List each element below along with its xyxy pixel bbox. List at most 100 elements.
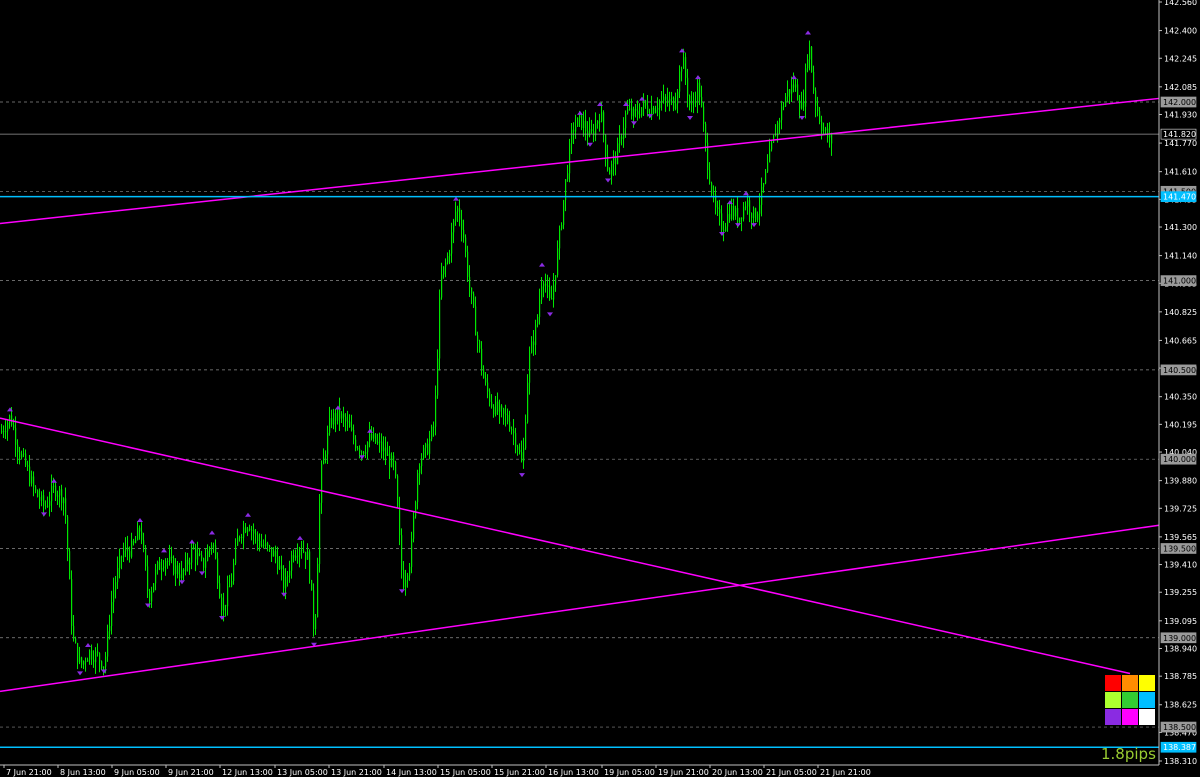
candle-body bbox=[255, 533, 257, 535]
candle-body bbox=[223, 604, 225, 611]
candle-body bbox=[263, 544, 265, 546]
candle-body bbox=[665, 96, 667, 100]
palette-swatch[interactable] bbox=[1105, 692, 1121, 708]
candle-body bbox=[747, 200, 749, 207]
candle-body bbox=[455, 211, 457, 221]
candle-body bbox=[439, 297, 441, 359]
candle-body bbox=[755, 208, 757, 220]
candle-body bbox=[745, 206, 747, 208]
candle-body bbox=[169, 556, 171, 561]
palette-swatch[interactable] bbox=[1105, 709, 1121, 725]
candle-body bbox=[299, 549, 301, 556]
price-tick-label: 139.725 bbox=[1164, 504, 1197, 513]
candle-body bbox=[283, 568, 285, 589]
candle-body bbox=[363, 451, 365, 454]
candle-body bbox=[83, 661, 85, 665]
candle-body bbox=[621, 136, 623, 139]
palette-swatch[interactable] bbox=[1105, 675, 1121, 691]
candle-body bbox=[225, 604, 227, 607]
candle-body bbox=[723, 229, 725, 232]
candle-body bbox=[465, 237, 467, 252]
candle-body bbox=[279, 565, 281, 569]
palette-swatch[interactable] bbox=[1139, 692, 1155, 708]
candle-body bbox=[51, 486, 53, 502]
price-tick-label: 139.255 bbox=[1164, 588, 1197, 597]
candle-body bbox=[155, 569, 157, 584]
candle bbox=[395, 460, 397, 479]
candle-body bbox=[17, 444, 19, 453]
candle-body bbox=[53, 485, 55, 487]
candle-body bbox=[365, 452, 367, 454]
price-tick-label: 139.565 bbox=[1164, 533, 1197, 542]
candle-body bbox=[27, 465, 29, 467]
candle-body bbox=[253, 529, 255, 534]
candle bbox=[811, 45, 813, 73]
price-tick-label: 138.625 bbox=[1164, 701, 1197, 710]
candle-body bbox=[61, 489, 63, 504]
candle-body bbox=[765, 171, 767, 184]
palette-swatch[interactable] bbox=[1139, 709, 1155, 725]
time-tick-label: 7 Jun 21:00 bbox=[6, 768, 52, 777]
candle-body bbox=[601, 112, 603, 122]
level-label: 139.000 bbox=[1160, 632, 1197, 644]
time-tick-label: 13 Jun 21:00 bbox=[331, 768, 382, 777]
candle-body bbox=[681, 68, 683, 72]
candle-body bbox=[111, 602, 113, 627]
candle-body bbox=[541, 286, 543, 300]
candle-body bbox=[701, 97, 703, 107]
candle-body bbox=[425, 443, 427, 448]
palette-swatch[interactable] bbox=[1122, 709, 1138, 725]
candle-body bbox=[591, 129, 593, 132]
level-label-text: 140.500 bbox=[1163, 366, 1196, 375]
candle-body bbox=[475, 306, 477, 336]
candle-body bbox=[487, 382, 489, 392]
candle-body bbox=[145, 547, 147, 567]
candle-body bbox=[409, 566, 411, 576]
candle-body bbox=[775, 135, 777, 137]
candle-body bbox=[527, 382, 529, 423]
candle-body bbox=[505, 413, 507, 415]
level-label-text: 141.470 bbox=[1163, 193, 1196, 202]
candle-body bbox=[567, 173, 569, 180]
candle-body bbox=[81, 657, 83, 665]
candle-body bbox=[271, 547, 273, 557]
candle-body bbox=[725, 226, 727, 232]
candle-body bbox=[799, 100, 801, 109]
palette-swatch[interactable] bbox=[1122, 675, 1138, 691]
candle-body bbox=[1, 430, 3, 433]
candle-body bbox=[315, 617, 317, 630]
candle-body bbox=[291, 555, 293, 571]
level-label: 141.000 bbox=[1160, 275, 1197, 286]
palette-swatch[interactable] bbox=[1139, 675, 1155, 691]
candle bbox=[71, 570, 73, 635]
candle-body bbox=[345, 416, 347, 422]
candle-body bbox=[689, 95, 691, 105]
palette-swatch[interactable] bbox=[1122, 692, 1138, 708]
candle-body bbox=[815, 90, 817, 106]
candle-body bbox=[359, 448, 361, 453]
candle bbox=[577, 117, 579, 127]
candle-body bbox=[243, 527, 245, 538]
candle-body bbox=[189, 562, 191, 565]
level-label-text: 142.000 bbox=[1163, 98, 1196, 107]
price-tick-label: 138.785 bbox=[1164, 672, 1197, 681]
price-chart[interactable]: 142.560 142.400 142.245 142.085 141.930 141.7… bbox=[0, 0, 1200, 777]
candle-body bbox=[107, 631, 109, 657]
candle bbox=[413, 511, 415, 543]
candle-body bbox=[801, 101, 803, 109]
candle bbox=[313, 583, 315, 637]
candle-body bbox=[469, 276, 471, 288]
candle-body bbox=[763, 183, 765, 187]
candle-body bbox=[671, 97, 673, 99]
price-tick-label: 139.095 bbox=[1164, 617, 1197, 626]
time-tick-label: 16 Jun 13:00 bbox=[548, 768, 599, 777]
candle-body bbox=[421, 458, 423, 467]
time-tick-label: 13 Jun 05:00 bbox=[277, 768, 328, 777]
candle-body bbox=[617, 143, 619, 165]
candle-body bbox=[377, 441, 379, 443]
level-label-text: 138.387 bbox=[1163, 743, 1196, 752]
color-palette[interactable] bbox=[1105, 675, 1155, 725]
candle-body bbox=[479, 340, 481, 349]
candle-body bbox=[387, 453, 389, 456]
candle-body bbox=[39, 496, 41, 501]
